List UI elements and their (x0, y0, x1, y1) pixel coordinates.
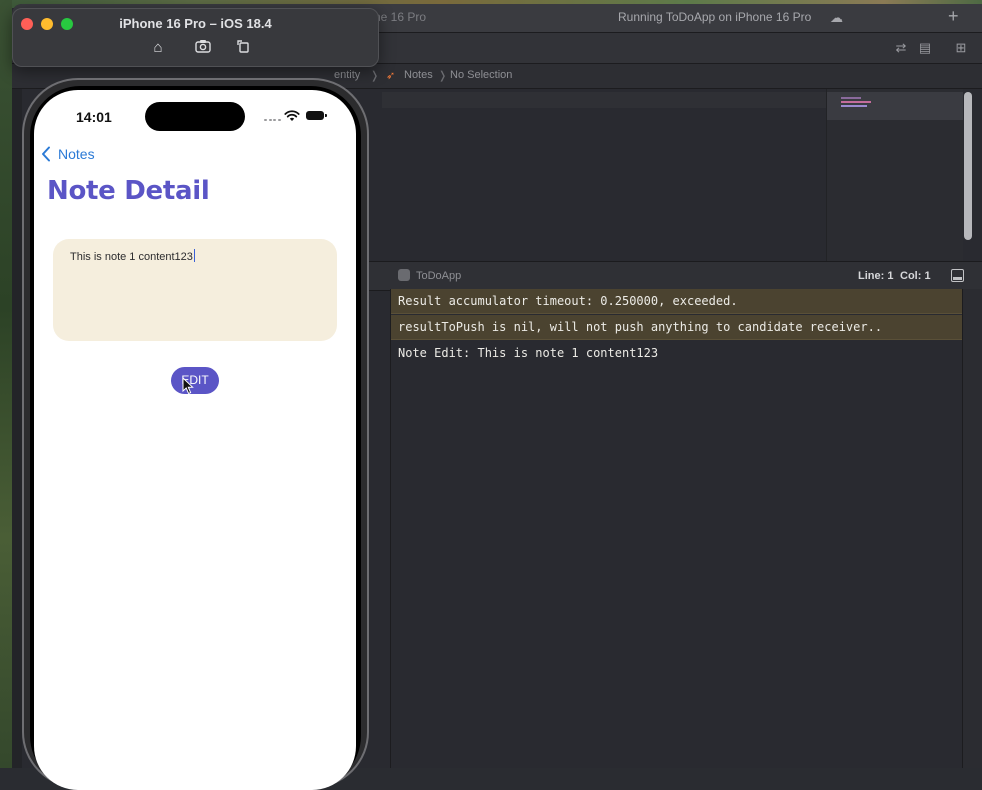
inspector-icon[interactable]: ▤ (918, 40, 932, 55)
page-title: Note Detail (47, 176, 210, 206)
text-cursor (193, 249, 196, 262)
battery-icon (306, 111, 327, 120)
dynamic-island (145, 102, 245, 131)
target-icon (398, 269, 410, 281)
console-scroll-track (962, 289, 982, 768)
cloud-icon: ☁ (830, 10, 843, 25)
debug-target-label[interactable]: ToDoApp (416, 270, 461, 282)
cellular-signal-icon (264, 119, 282, 122)
mouse-pointer-icon (182, 377, 194, 395)
jumpbar-file[interactable]: Notes (404, 69, 433, 81)
minimap-code (841, 97, 877, 111)
swift-file-icon: ➶ (386, 70, 396, 82)
status-bar-time: 14:01 (76, 109, 112, 125)
add-editor-icon[interactable]: ⊞ (954, 40, 968, 55)
simulator-window-chrome: iPhone 16 Pro – iOS 18.4 ⌂ (12, 8, 379, 67)
console-line: resultToPush is nil, will not push anyth… (391, 315, 963, 340)
home-icon[interactable]: ⌂ (148, 39, 168, 57)
note-text-editor[interactable]: This is note 1 content123 (53, 239, 337, 341)
iphone-screen[interactable]: 14:01 Notes Note Detail This is note 1 c… (34, 90, 356, 790)
swap-icon[interactable]: ⇄ (894, 40, 908, 55)
line-indicator: Line: 1 (858, 270, 894, 282)
wifi-icon (284, 110, 300, 121)
simulator-title: iPhone 16 Pro – iOS 18.4 (119, 16, 272, 31)
chevron-left-icon[interactable] (41, 146, 51, 162)
run-destination-label[interactable]: ne 16 Pro (374, 10, 426, 24)
note-content: This is note 1 content123 (70, 251, 193, 263)
jumpbar-selection[interactable]: No Selection (450, 69, 512, 81)
screenshot-icon[interactable] (193, 39, 213, 57)
note-content-line: This is note 1 content123 (70, 249, 196, 263)
back-button[interactable]: Notes (58, 146, 95, 162)
activity-status-text: Running ToDoApp on iPhone 16 Pro (618, 10, 812, 24)
toggle-console-icon[interactable] (951, 269, 964, 282)
rotate-icon[interactable] (233, 39, 253, 57)
current-line-highlight (382, 92, 826, 108)
add-tab-button[interactable]: + (948, 6, 959, 27)
chevron-right-icon: ❭ (370, 70, 380, 82)
editor-scrollbar[interactable] (964, 92, 972, 240)
chevron-right-icon: ❭ (438, 70, 448, 82)
console-line: Note Edit: This is note 1 content123 (398, 346, 659, 360)
column-indicator: Col: 1 (900, 270, 931, 282)
debug-console[interactable]: Result accumulator timeout: 0.250000, ex… (390, 289, 963, 768)
edit-button[interactable]: EDIT (171, 367, 219, 394)
minimap[interactable] (826, 89, 963, 261)
desktop-wallpaper-edge (0, 0, 12, 768)
console-line: Result accumulator timeout: 0.250000, ex… (391, 289, 963, 314)
